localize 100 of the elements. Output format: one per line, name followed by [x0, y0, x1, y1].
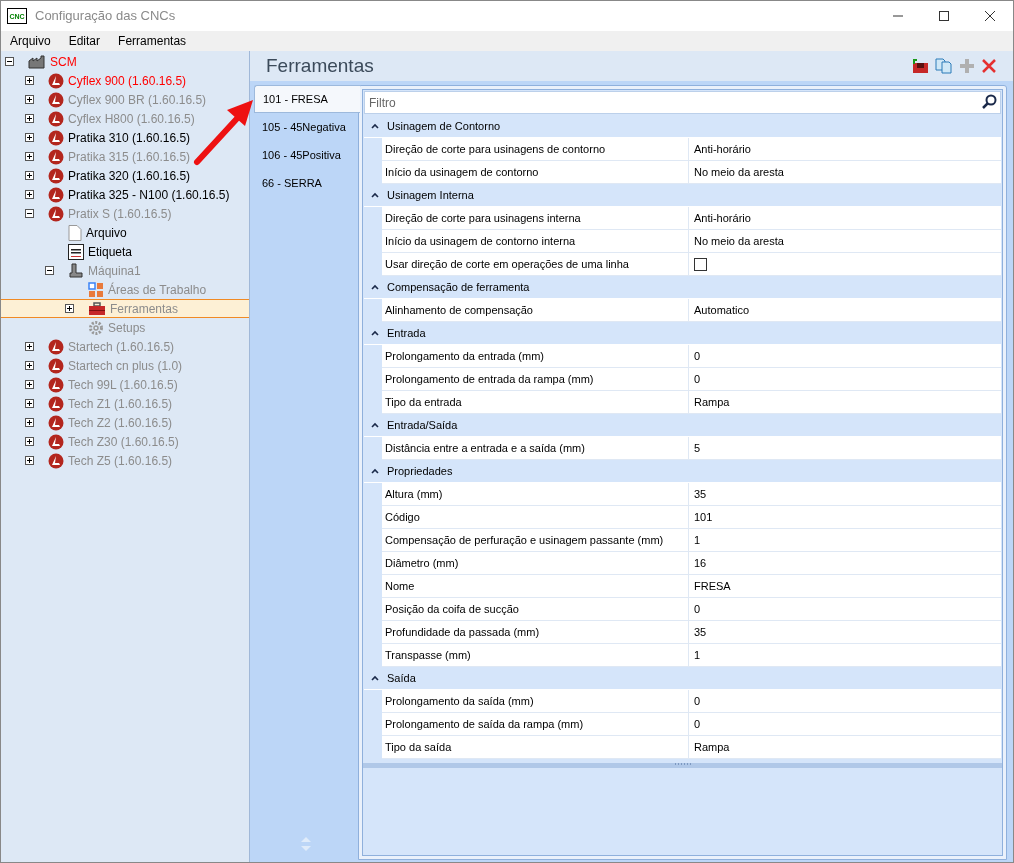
- property-name: Alinhamento de compensação: [382, 299, 689, 321]
- collapse-icon[interactable]: [371, 192, 379, 198]
- menu-item[interactable]: Arquivo: [1, 32, 60, 50]
- property-name: Profundidade da passada (mm): [382, 621, 689, 643]
- tree-label: Cyflex H800 (1.60.16.5): [68, 110, 195, 128]
- property-value[interactable]: 1: [694, 531, 701, 549]
- tree-item[interactable]: Pratika 320 (1.60.16.5): [1, 166, 193, 185]
- property-name: Tipo da entrada: [382, 391, 689, 413]
- collapse-icon[interactable]: [371, 675, 379, 681]
- filter-field[interactable]: Filtro: [364, 91, 1001, 114]
- collapse-icon[interactable]: [371, 123, 379, 129]
- tree-item[interactable]: Pratika 310 (1.60.16.5): [1, 128, 193, 147]
- copy-icon[interactable]: [935, 58, 953, 74]
- toolbox-icon: [88, 301, 106, 316]
- logo-icon: [48, 186, 64, 203]
- checkbox[interactable]: [694, 257, 707, 271]
- property-value[interactable]: Anti-horário: [694, 209, 751, 227]
- property-name: Início da usinagem de contorno interna: [382, 230, 689, 252]
- property-name: Posição da coifa de sucção: [382, 598, 689, 620]
- property-value[interactable]: 0: [694, 347, 701, 365]
- property-name: Distância entre a entrada e a saída (mm): [382, 437, 689, 459]
- property-name: Prolongamento de saída da rampa (mm): [382, 713, 689, 735]
- tool-tab[interactable]: 106 - 45Positiva: [254, 141, 358, 169]
- expand-icon[interactable]: [25, 380, 34, 389]
- label-icon: [68, 243, 84, 260]
- collapse-icon[interactable]: [371, 284, 379, 290]
- property-name: Compensação de perfuração e usinagem passante (mm): [382, 529, 689, 551]
- tool-tab[interactable]: 66 - SERRA: [254, 169, 358, 197]
- property-value[interactable]: Anti-horário: [694, 140, 751, 158]
- logo-icon: [48, 129, 64, 146]
- tree-label: Pratix S (1.60.16.5): [68, 205, 172, 223]
- logo-icon: [48, 91, 64, 108]
- property-value[interactable]: Rampa: [694, 738, 730, 756]
- splitter-grip-icon[interactable]: [673, 763, 692, 766]
- expand-icon[interactable]: [25, 399, 34, 408]
- logo-icon: [48, 148, 64, 165]
- expand-icon[interactable]: [25, 418, 34, 427]
- collapse-icon[interactable]: [371, 468, 379, 474]
- tree-label: Tech Z5 (1.60.16.5): [68, 452, 173, 470]
- delete-icon[interactable]: [981, 58, 997, 74]
- property-value[interactable]: FRESA: [694, 577, 731, 595]
- property-value[interactable]: 0: [694, 692, 701, 710]
- expand-icon[interactable]: [25, 114, 34, 123]
- tree-item[interactable]: Pratika 325 - N100 (1.60.16.5): [1, 185, 232, 204]
- logo-icon: [48, 338, 64, 355]
- property-value[interactable]: 0: [694, 715, 701, 733]
- collapse-icon[interactable]: [5, 57, 14, 66]
- property-value[interactable]: 101: [694, 508, 713, 526]
- category-label: Propriedades: [387, 463, 453, 479]
- property-value[interactable]: No meio da aresta: [694, 232, 784, 250]
- category-label: Entrada/Saída: [387, 417, 458, 433]
- expand-icon[interactable]: [25, 95, 34, 104]
- expand-icon[interactable]: [65, 304, 74, 313]
- tool-tab[interactable]: 101 - FRESA: [254, 85, 360, 113]
- menu-item[interactable]: Ferramentas: [109, 32, 196, 50]
- tree-item[interactable]: Etiqueta: [1, 242, 135, 261]
- search-icon[interactable]: [981, 94, 997, 110]
- collapse-icon[interactable]: [45, 266, 54, 275]
- property-value[interactable]: 5: [694, 439, 701, 457]
- collapse-icon[interactable]: [371, 422, 379, 428]
- tree-label: Cyflex 900 BR (1.60.16.5): [68, 91, 207, 109]
- expand-icon[interactable]: [25, 342, 34, 351]
- property-name: Usar direção de corte em operações de uma linha: [382, 253, 689, 275]
- property-name: Prolongamento da saída (mm): [382, 690, 689, 712]
- property-value[interactable]: No meio da aresta: [694, 163, 784, 181]
- tree-label: Tech Z2 (1.60.16.5): [68, 414, 173, 432]
- gear-icon: [88, 319, 104, 336]
- property-name: Tipo da saída: [382, 736, 689, 758]
- property-value[interactable]: 35: [694, 485, 707, 503]
- property-value[interactable]: 16: [694, 554, 707, 572]
- property-value[interactable]: 1: [694, 646, 701, 664]
- property-value[interactable]: Automatico: [694, 301, 750, 319]
- expand-icon[interactable]: [25, 437, 34, 446]
- property-value[interactable]: 0: [694, 600, 701, 618]
- property-value[interactable]: Rampa: [694, 393, 730, 411]
- tree-label: Pratika 315 (1.60.16.5): [68, 148, 191, 166]
- machine-icon: [68, 262, 84, 279]
- property-value[interactable]: 35: [694, 623, 707, 641]
- logo-icon: [48, 433, 64, 450]
- window-title: Configuração das CNCs: [35, 7, 176, 26]
- expand-icon[interactable]: [25, 133, 34, 142]
- property-name: Transpasse (mm): [382, 644, 689, 666]
- tool-tab[interactable]: 105 - 45Negativa: [254, 113, 358, 141]
- collapse-icon[interactable]: [25, 209, 34, 218]
- tree-label: Ferramentas: [110, 300, 179, 318]
- expand-icon[interactable]: [25, 171, 34, 180]
- toolbox-icon[interactable]: [911, 58, 929, 74]
- tree-label: Etiqueta: [88, 243, 133, 261]
- tree-item[interactable]: Arquivo: [1, 223, 129, 242]
- menu-item[interactable]: Editar: [59, 32, 110, 50]
- expand-icon[interactable]: [25, 190, 34, 199]
- logo-icon: [48, 395, 64, 412]
- tree-label: Áreas de Trabalho: [108, 281, 207, 299]
- expand-icon[interactable]: [25, 361, 34, 370]
- collapse-icon[interactable]: [371, 330, 379, 336]
- property-value[interactable]: 0: [694, 370, 701, 388]
- expand-icon[interactable]: [25, 152, 34, 161]
- expand-icon[interactable]: [25, 456, 34, 465]
- expand-icon[interactable]: [25, 76, 34, 85]
- tree-label: Arquivo: [86, 224, 127, 242]
